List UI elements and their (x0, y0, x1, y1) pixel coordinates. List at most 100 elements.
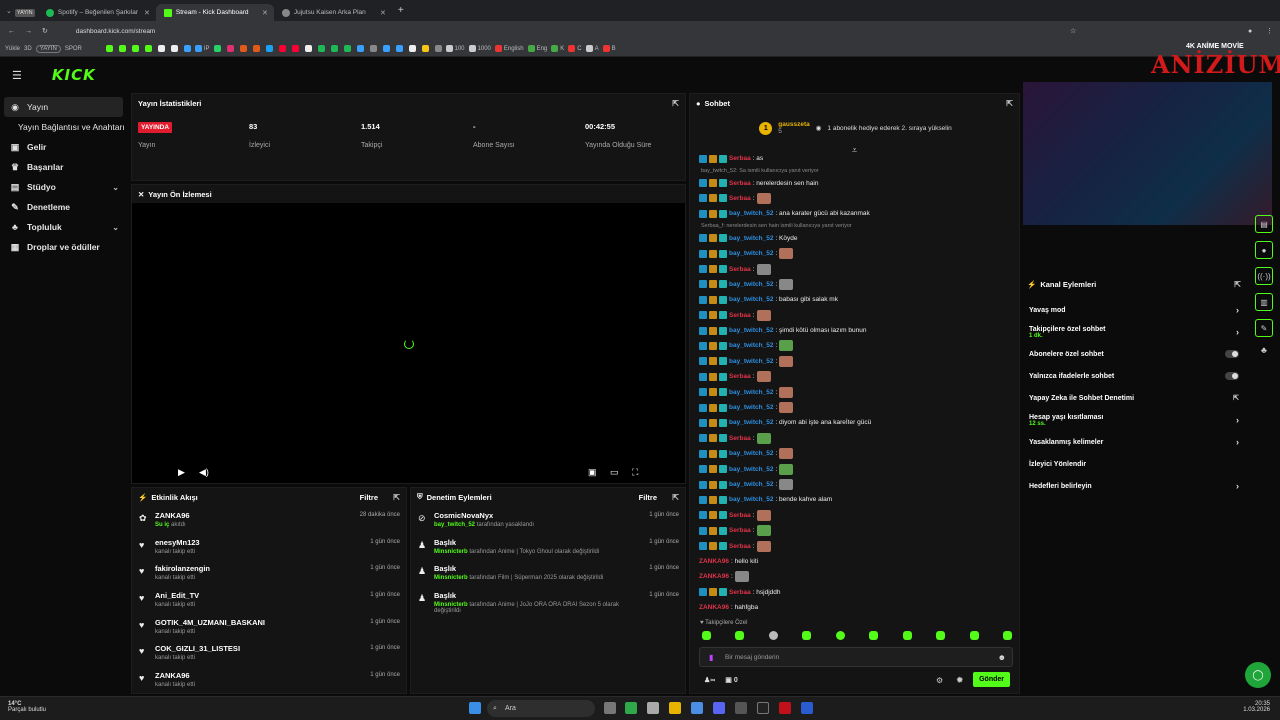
action-followers-chat[interactable]: Takipçilere özel sohbet 1 dk. › (1023, 321, 1247, 343)
chat-username[interactable]: ZANKA96 (699, 558, 729, 565)
tab-spotify[interactable]: Spotify – Beğenilen Şarkılar ✕ (38, 4, 156, 21)
pip-icon[interactable]: ▣ (588, 467, 597, 478)
emote[interactable] (936, 631, 946, 640)
taskbar-search[interactable]: ⌕ Ara (487, 700, 595, 717)
send-button[interactable]: Gönder (973, 672, 1010, 687)
chat-username[interactable]: Serbaa (729, 195, 751, 202)
bookmark-item[interactable]: C (568, 45, 582, 52)
new-tab-button[interactable]: + (398, 5, 404, 16)
bookmark-item[interactable]: SPOR (65, 46, 82, 52)
discord-icon[interactable] (713, 702, 725, 714)
chat-username[interactable]: Serbaa (729, 373, 751, 380)
profile-avatar[interactable]: ● (1248, 28, 1252, 35)
play-icon[interactable]: ▶ (178, 467, 185, 478)
chat-username[interactable]: bay_twitch_52 (729, 404, 773, 411)
chat-username[interactable]: bay_twitch_52 (729, 496, 773, 503)
chat-username[interactable]: bay_twitch_52 (729, 342, 773, 349)
chat-username[interactable]: ZANKA96 (699, 573, 729, 580)
action-banned-words[interactable]: Yasaklanmış kelimeler › (1023, 431, 1247, 453)
broadcast-icon[interactable]: ((·)) (1255, 267, 1273, 285)
emote[interactable] (802, 631, 812, 640)
theater-icon[interactable]: ▭ (610, 467, 619, 478)
bookmark-item[interactable]: YAYIN (35, 44, 61, 53)
filter-button[interactable]: Filtre (639, 493, 657, 502)
chat-username[interactable]: Serbaa (729, 589, 751, 596)
folder-icon[interactable] (669, 702, 681, 714)
weather-widget[interactable]: 14°C Parçalı bulutlu (8, 701, 46, 713)
popout-icon[interactable]: ⇱ (1234, 280, 1241, 289)
popout-icon[interactable]: ⇱ (672, 493, 679, 502)
action-account-age[interactable]: Hesap yaşı kısıtlaması 12 ss. › (1023, 409, 1247, 431)
mic-icon[interactable]: ▮ (709, 653, 713, 662)
chat-username[interactable]: ZANKA96 (699, 604, 729, 611)
chat-username[interactable]: bay_twitch_52 (729, 358, 773, 365)
opera-icon[interactable] (779, 702, 791, 714)
bookmark-item[interactable]: Yükle (5, 46, 20, 52)
chat-username[interactable]: bay_twitch_52 (729, 281, 773, 288)
emote[interactable] (702, 631, 711, 640)
emoji-icon[interactable]: ☻ (998, 653, 1006, 662)
menu-icon[interactable]: ⋮ (1266, 27, 1273, 35)
wrench-icon[interactable]: ✎ (1255, 319, 1273, 337)
chat-username[interactable]: Serbaa (729, 543, 751, 550)
bookmark-item[interactable]: 100 (445, 45, 465, 52)
chat-username[interactable]: Serbaa (729, 527, 751, 534)
forward-icon[interactable]: → (25, 28, 32, 35)
toggle-switch[interactable] (1225, 372, 1239, 380)
volume-icon[interactable]: ◀) (199, 467, 209, 478)
bookmark-item[interactable]: A (585, 45, 599, 52)
bookmark-item[interactable]: 3D (24, 46, 32, 52)
tab-group-yayin[interactable]: YAYIN (12, 4, 38, 21)
sidebar-item-gelir[interactable]: ▣ Gelir (0, 137, 127, 157)
emote[interactable] (969, 631, 979, 640)
chat-username[interactable]: bay_twitch_52 (729, 466, 773, 473)
bookmark-item[interactable]: B (602, 45, 616, 52)
chat-username[interactable]: bay_twitch_52 (729, 296, 773, 303)
close-icon[interactable]: ✕ (262, 9, 268, 17)
emote[interactable] (1002, 631, 1012, 640)
bookmark-item[interactable]: K (551, 45, 564, 52)
settings-icon[interactable]: ⚙ (936, 676, 943, 685)
chat-input[interactable]: ▮ Bir mesaj gönderin ☻ (699, 647, 1013, 667)
emote[interactable] (768, 631, 778, 640)
chrome-icon[interactable] (691, 702, 703, 714)
popout-icon[interactable]: ⇱ (393, 493, 400, 502)
toggle-switch[interactable] (1225, 350, 1239, 358)
chat-username[interactable]: bay_twitch_52 (729, 481, 773, 488)
close-icon[interactable]: ✕ (380, 9, 386, 17)
emote[interactable] (902, 631, 912, 640)
task-view-icon[interactable] (604, 702, 616, 714)
filter-button[interactable]: Filtre (360, 493, 378, 502)
action-raid[interactable]: İzleyici Yönlendir (1023, 453, 1247, 475)
sidebar-item-basarilar[interactable]: ♛ Başarılar (0, 157, 127, 177)
popout-icon[interactable]: ⇱ (672, 99, 679, 108)
community-icon[interactable]: ♣ (1261, 345, 1267, 355)
word-icon[interactable] (801, 702, 813, 714)
tab-kick-dashboard[interactable]: Stream - Kick Dashboard ✕ (155, 4, 274, 21)
support-chat-button[interactable]: ◯ (1245, 662, 1271, 688)
sidebar-item-denetleme[interactable]: ✎ Denetleme (0, 197, 127, 217)
chat-bubble-icon[interactable]: ● (1255, 241, 1273, 259)
sidebar-item-yayin[interactable]: ◉ Yayın (4, 97, 123, 117)
chat-username[interactable]: bay_twitch_52 (729, 327, 773, 334)
collapse-icon[interactable]: ✕ (138, 190, 144, 199)
tab-search-icon[interactable]: ⌄ (6, 7, 12, 15)
settings-icon[interactable] (647, 702, 659, 714)
tab-jujutsu[interactable]: Jujutsu Kaisen Arka Plan ✕ (274, 4, 392, 21)
chat-username[interactable]: Serbaa (729, 155, 751, 162)
points-stat[interactable]: ▣ 0 (725, 676, 737, 684)
chat-settings-icon[interactable]: ✹ (956, 675, 964, 686)
sidebar-item-droplar[interactable]: ▦ Droplar ve ödüller (0, 237, 127, 257)
windows-start-icon[interactable] (469, 702, 481, 714)
server-icon[interactable]: ▥ (1255, 293, 1273, 311)
hamburger-menu-icon[interactable]: ☰ (12, 69, 22, 82)
action-emote-only[interactable]: Yalnızca ifadelerle sohbet (1023, 365, 1247, 387)
chat-username[interactable]: bay_twitch_52 (729, 389, 773, 396)
bookmark-item[interactable]: English (494, 45, 524, 52)
bookmark-star-icon[interactable]: ☆ (1070, 27, 1076, 35)
bookmark-item[interactable]: Eng (527, 45, 547, 52)
emote[interactable] (869, 631, 879, 640)
obs-icon[interactable] (735, 702, 747, 714)
chat-username[interactable]: Serbaa (729, 266, 751, 273)
close-icon[interactable]: ✕ (144, 9, 150, 17)
